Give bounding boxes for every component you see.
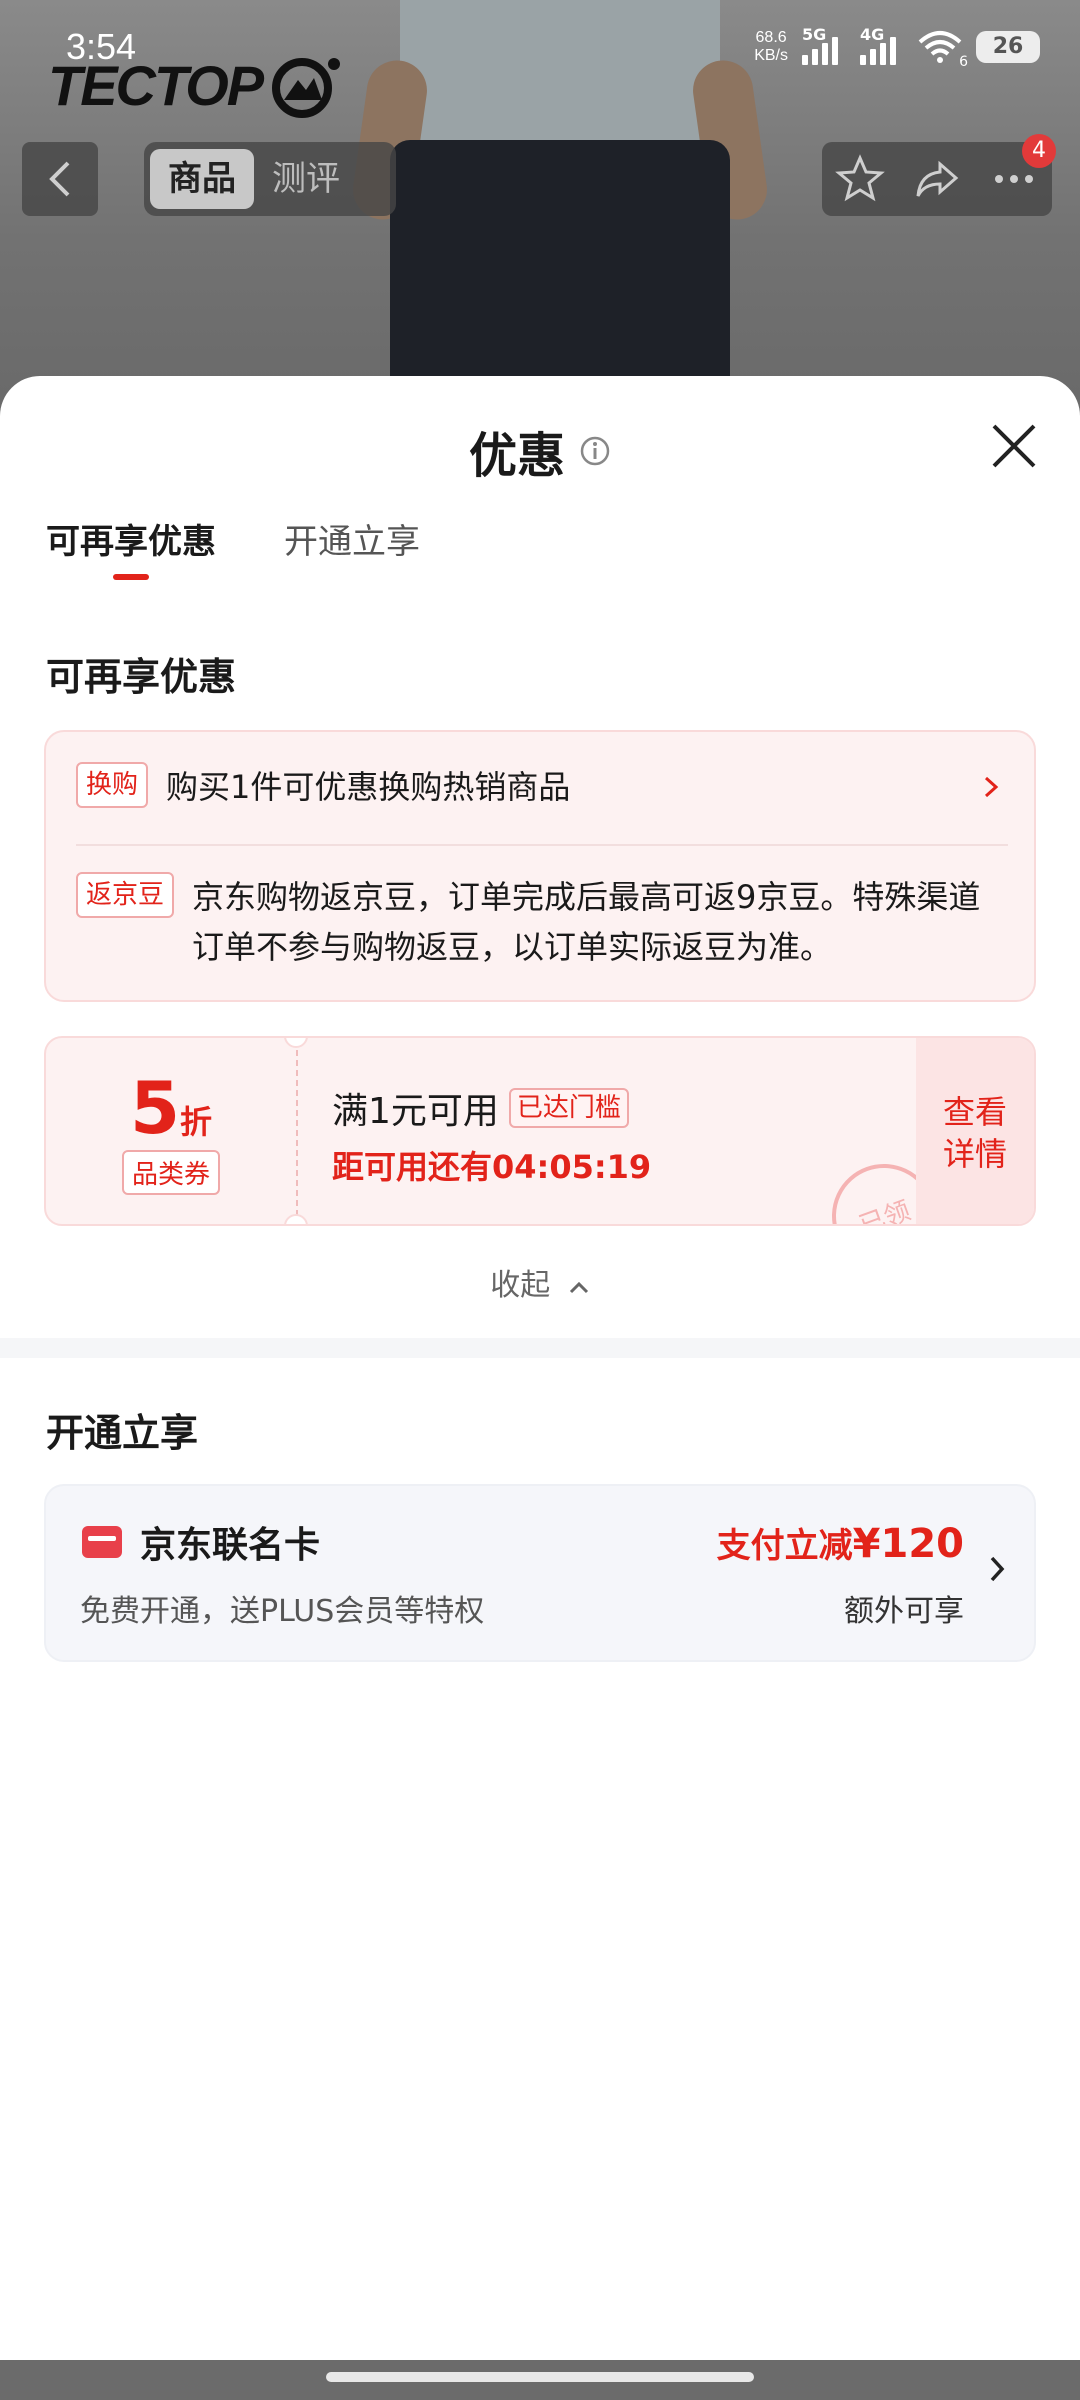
chevron-up-icon bbox=[569, 1281, 588, 1293]
collapse-button[interactable]: 收起 bbox=[0, 1260, 1080, 1304]
wifi-icon: 6 bbox=[918, 30, 968, 70]
benefit-exchange-text: 购买1件可优惠换购热销商品 bbox=[166, 768, 571, 806]
net-speed: 68.6 KB/s bbox=[754, 29, 788, 64]
brand-logo: TECTOP bbox=[48, 50, 346, 120]
section-gap bbox=[0, 1338, 1080, 1358]
chevron-left-icon bbox=[49, 161, 70, 197]
sheet-tabs: 可再享优惠 开通立享 bbox=[46, 514, 420, 580]
signal-5g-icon: 5G bbox=[802, 25, 846, 65]
benefit-exchange[interactable]: 换购 购买1件可优惠换购热销商品 bbox=[76, 762, 1008, 812]
tag-jingdou: 返京豆 bbox=[76, 872, 175, 918]
coupon-notch-bottom bbox=[284, 1214, 308, 1224]
tab-product[interactable]: 商品 bbox=[150, 149, 254, 209]
divider bbox=[76, 844, 1008, 846]
section-title-open: 开通立享 bbox=[46, 1411, 199, 1455]
tab-review[interactable]: 测评 bbox=[254, 149, 358, 209]
card-extra: 额外可享 bbox=[844, 1594, 964, 1629]
benefit-jingdou: 返京豆 京东购物返京豆，订单完成后最高可返9京豆。特殊渠道订单不参与购物返豆，以… bbox=[76, 872, 1008, 972]
category-coupon: 5 折 品类券 满1元可用 已达门槛 距可用还有04:05:19 已领 查看 详情 bbox=[44, 1036, 1036, 1226]
benefit-jingdou-text: 京东购物返京豆，订单完成后最高可返9京豆。特殊渠道订单不参与购物返豆，以订单实际… bbox=[192, 878, 981, 966]
header-actions: 4 bbox=[822, 134, 1056, 216]
status-icons: 68.6 KB/s 5G 4G 6 26 bbox=[754, 24, 1040, 70]
back-button[interactable] bbox=[22, 142, 98, 216]
coupon-type: 品类券 bbox=[121, 1149, 220, 1195]
co-branded-card-offer[interactable]: 京东联名卡 免费开通，送PLUS会员等特权 支付立减¥120 额外可享 bbox=[44, 1484, 1036, 1662]
discount-bottom-sheet: 优惠 可再享优惠 开通立享 可再享优惠 换购 购买1件可优惠换购热销商品 返京豆… bbox=[0, 376, 1080, 2360]
tab-underline bbox=[113, 574, 149, 580]
share-icon[interactable] bbox=[912, 154, 962, 204]
view-details-button[interactable]: 查看 详情 bbox=[916, 1038, 1034, 1224]
chevron-right-icon bbox=[984, 776, 999, 798]
coupon-countdown: 距可用还有04:05:19 bbox=[332, 1148, 652, 1186]
battery-icon: 26 bbox=[976, 31, 1040, 63]
info-icon[interactable] bbox=[579, 435, 611, 467]
tab-open-benefits[interactable]: 开通立享 bbox=[284, 514, 420, 574]
section-title-available: 可再享优惠 bbox=[46, 655, 237, 699]
credit-card-icon bbox=[82, 1526, 122, 1558]
card-title: 京东联名卡 bbox=[140, 1525, 321, 1566]
coupon-separator bbox=[296, 1050, 298, 1216]
coupon-value: 5 折 bbox=[129, 1065, 213, 1150]
star-icon[interactable] bbox=[835, 154, 886, 204]
card-subtitle: 免费开通，送PLUS会员等特权 bbox=[80, 1594, 485, 1629]
product-nav-bar: 商品 测评 4 bbox=[22, 134, 1056, 216]
benefits-box: 换购 购买1件可优惠换购热销商品 返京豆 京东购物返京豆，订单完成后最高可返9京… bbox=[44, 730, 1036, 1002]
coupon-value-block: 5 折 品类券 bbox=[46, 1038, 296, 1224]
tag-exchange: 换购 bbox=[76, 762, 149, 808]
notification-badge: 4 bbox=[1022, 134, 1056, 168]
close-icon[interactable] bbox=[988, 420, 1040, 472]
coupon-threshold-flag: 已达门槛 bbox=[508, 1088, 629, 1128]
sheet-title: 优惠 bbox=[0, 416, 1080, 486]
coupon-condition: 满1元可用 bbox=[332, 1091, 499, 1132]
product-tab-group: 商品 测评 bbox=[144, 142, 396, 216]
coupon-details: 满1元可用 已达门槛 距可用还有04:05:19 bbox=[332, 1082, 651, 1188]
chevron-right-icon bbox=[990, 1556, 1005, 1582]
tab-available-discounts[interactable]: 可再享优惠 bbox=[46, 514, 216, 580]
signal-4g-icon: 4G bbox=[860, 25, 904, 65]
card-promo: 支付立减¥120 bbox=[716, 1521, 964, 1567]
home-indicator[interactable] bbox=[326, 2372, 754, 2382]
